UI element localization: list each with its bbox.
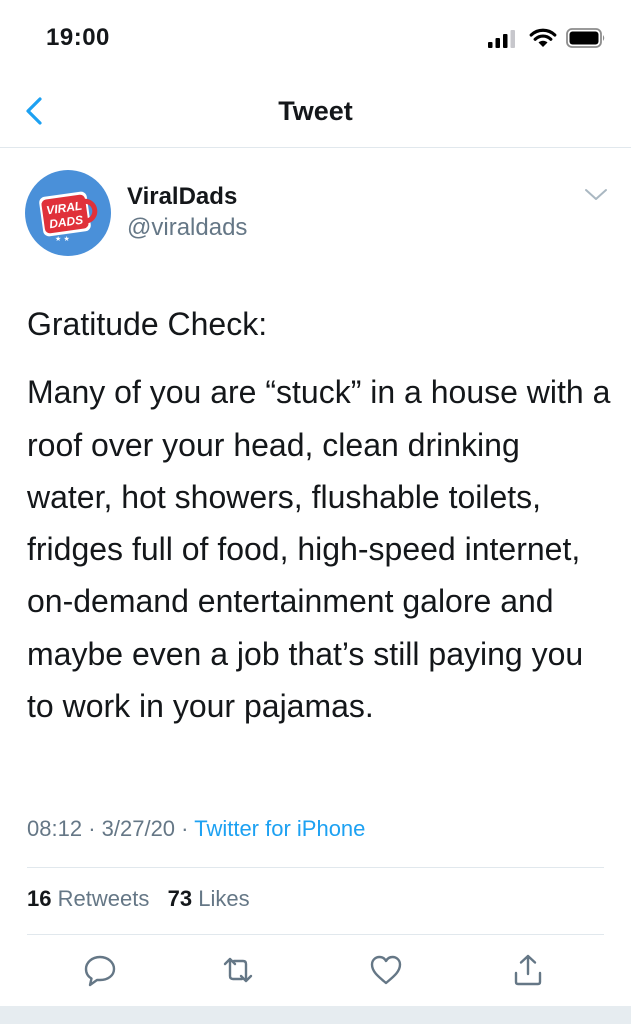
chevron-down-icon[interactable]	[583, 186, 609, 204]
meta-separator-2: ·	[181, 816, 189, 841]
status-time: 19:00	[46, 24, 110, 51]
wifi-icon	[529, 28, 557, 47]
author-display-name[interactable]: ViralDads	[127, 183, 237, 211]
retweets-label: Retweets	[57, 886, 150, 911]
meta-separator: ·	[88, 816, 96, 841]
likes-label: Likes	[198, 886, 250, 911]
tweet-stats: 16 Retweets 73 Likes	[27, 886, 250, 912]
likes-count: 73	[167, 886, 193, 911]
retweets-stat[interactable]: 16 Retweets	[27, 886, 149, 911]
retweets-count: 16	[27, 886, 52, 911]
tweet-heading: Gratitude Check:	[27, 306, 268, 342]
avatar[interactable]: VIRAL DADS ★ ★	[25, 170, 111, 256]
divider	[27, 867, 604, 868]
author-handle[interactable]: @viraldads	[127, 214, 247, 242]
tweet-meta: 08:12 · 3/27/20 · Twitter for iPhone	[27, 816, 365, 842]
status-bar: 19:00	[0, 0, 631, 80]
like-icon[interactable]	[368, 952, 404, 988]
signal-icon	[488, 30, 515, 48]
divider	[27, 934, 604, 935]
battery-icon	[566, 28, 605, 48]
tweet-text: Gratitude Check: Many of you are “stuck”…	[27, 298, 612, 732]
share-icon[interactable]	[510, 952, 546, 988]
reply-icon[interactable]	[82, 952, 118, 988]
tweet-date: 3/27/20	[101, 816, 176, 841]
nav-bar: Tweet	[0, 80, 631, 148]
likes-stat[interactable]: 73 Likes	[168, 886, 250, 911]
avatar-stars: ★ ★	[55, 235, 70, 243]
action-bar	[0, 952, 631, 992]
tweet-time: 08:12	[27, 816, 83, 841]
tweet-source-link[interactable]: Twitter for iPhone	[194, 816, 365, 841]
tweet-body: Many of you are “stuck” in a house with …	[27, 374, 611, 725]
retweet-icon[interactable]	[220, 952, 256, 988]
nav-title: Tweet	[278, 96, 353, 126]
tweet-detail-screen: 19:00 Tweet VIRAL DADS ★ ★ ViralDads @vi…	[0, 0, 631, 1024]
bottom-strip	[0, 1006, 631, 1024]
